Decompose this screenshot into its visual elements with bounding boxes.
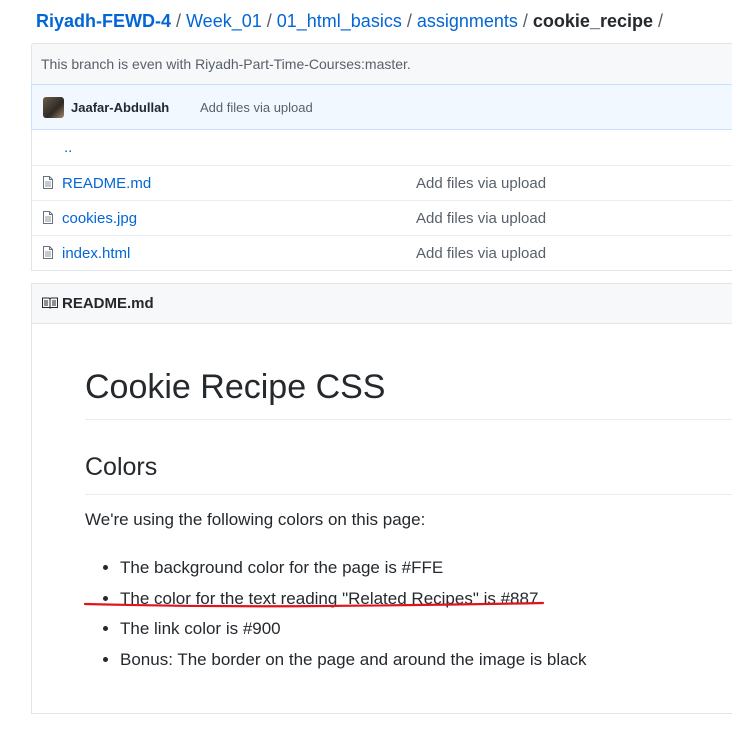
file-commit-message[interactable]: Add files via upload	[416, 201, 546, 236]
file-icon	[43, 211, 53, 224]
readme-intro: We're using the following colors on this…	[85, 510, 426, 529]
breadcrumb-link-html-basics[interactable]: 01_html_basics	[277, 11, 402, 31]
file-icon	[43, 246, 53, 259]
breadcrumb-link-week[interactable]: Week_01	[186, 11, 262, 31]
file-row[interactable]: index.html Add files via upload	[32, 235, 732, 270]
list-item: The color for the text reading "Related …	[120, 584, 587, 615]
file-commit-message[interactable]: Add files via upload	[416, 166, 546, 201]
file-row[interactable]: cookies.jpg Add files via upload	[32, 200, 732, 235]
file-link-readme[interactable]: README.md	[62, 166, 151, 201]
latest-commit-bar: Jaafar-Abdullah Add files via upload	[31, 84, 732, 130]
readme-header: README.md	[32, 284, 732, 324]
commit-message[interactable]: Add files via upload	[200, 85, 313, 131]
book-icon	[42, 297, 58, 309]
branch-status: This branch is even with Riyadh-Part-Tim…	[31, 43, 732, 84]
file-icon	[43, 176, 53, 189]
breadcrumb-current: cookie_recipe	[532, 11, 653, 31]
red-underline-annotation	[83, 601, 545, 608]
file-link-cookies[interactable]: cookies.jpg	[62, 201, 137, 236]
readme-section-heading: Colors	[85, 450, 732, 495]
file-list: .. README.md Add files via upload cookie…	[31, 130, 732, 271]
list-item: The link color is #900	[120, 614, 587, 645]
list-item: Bonus: The border on the page and around…	[120, 645, 587, 676]
parent-dir-row[interactable]: ..	[32, 130, 732, 165]
file-link-index[interactable]: index.html	[62, 236, 130, 271]
breadcrumb-separator: /	[176, 11, 182, 31]
list-item: The background color for the page is #FF…	[120, 553, 587, 584]
color-list: The background color for the page is #FF…	[85, 553, 587, 675]
breadcrumb-separator: /	[658, 11, 664, 31]
avatar[interactable]	[43, 97, 64, 118]
breadcrumb-separator: /	[406, 11, 412, 31]
breadcrumb-separator: /	[522, 11, 528, 31]
readme-filename: README.md	[62, 295, 154, 312]
commit-author-link[interactable]: Jaafar-Abdullah	[71, 85, 169, 131]
file-row[interactable]: README.md Add files via upload	[32, 165, 732, 200]
breadcrumb-separator: /	[266, 11, 272, 31]
file-commit-message[interactable]: Add files via upload	[416, 236, 546, 271]
breadcrumb: Riyadh-FEWD-4/Week_01/01_html_basics / ass…	[36, 9, 668, 33]
readme-title: Cookie Recipe CSS	[85, 367, 732, 420]
breadcrumb-root-link[interactable]: Riyadh-FEWD-4	[36, 11, 171, 31]
breadcrumb-link-assignments[interactable]: assignments	[417, 11, 518, 31]
parent-dir-link[interactable]: ..	[64, 130, 72, 165]
readme-panel: README.md Cookie Recipe CSS Colors We're…	[31, 283, 732, 714]
